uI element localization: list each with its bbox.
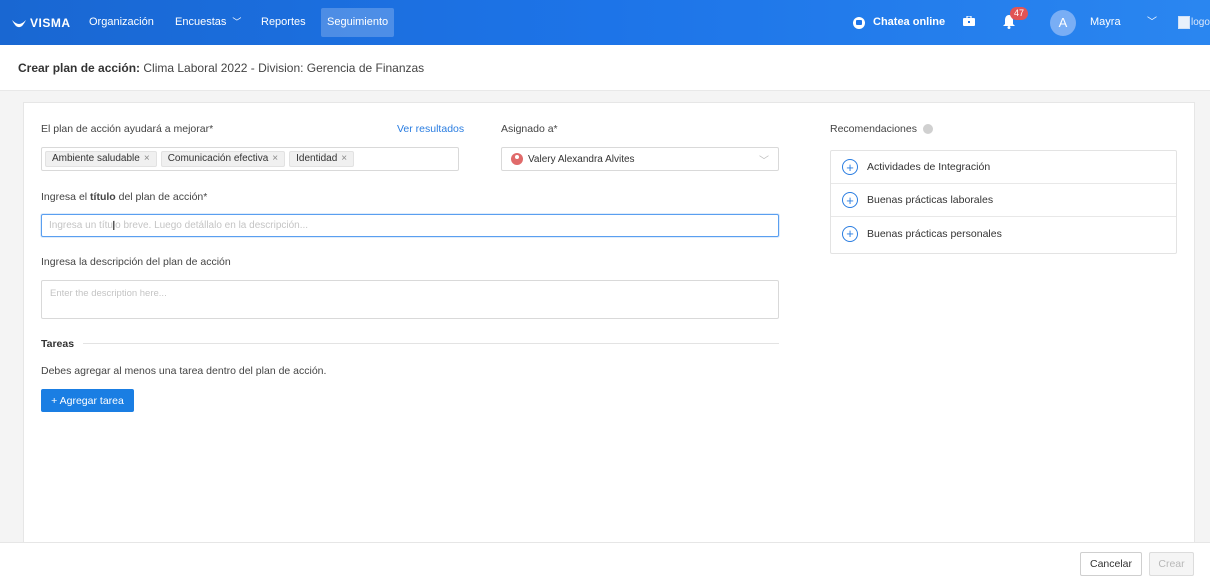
form-footer: Cancelar Crear [0, 542, 1210, 578]
plus-circle-icon: + [842, 192, 858, 208]
chevron-down-icon: ﹀ [759, 156, 769, 167]
page-title: Crear plan de acción: Clima Laboral 2022… [18, 61, 424, 75]
close-icon[interactable]: × [144, 151, 150, 167]
tasks-message: Debes agregar al menos una tarea dentro … [41, 365, 327, 377]
nav-reportes[interactable]: Reportes [261, 0, 306, 45]
nav-label: Encuestas [175, 16, 227, 28]
text-cursor-icon: I [112, 219, 116, 233]
nav-encuestas[interactable]: Encuestas ﹀ [175, 0, 241, 45]
close-icon[interactable]: × [272, 151, 278, 167]
recommendation-item[interactable]: + Actividades de Integración [831, 151, 1176, 184]
chat-icon [853, 16, 865, 29]
page-title-rest: Clima Laboral 2022 - Division: Gerencia … [140, 61, 425, 75]
broken-logo-image: logo [1178, 15, 1210, 29]
page-header: Crear plan de acción: Clima Laboral 2022… [0, 45, 1210, 91]
action-plan-form: El plan de acción ayudará a mejorar* Ver… [23, 102, 1195, 542]
recommendation-item[interactable]: + Buenas prácticas personales [831, 217, 1176, 250]
avatar[interactable]: A [1050, 10, 1076, 36]
tag-chip: Ambiente saludable × [45, 151, 157, 167]
tag-chip: Identidad × [289, 151, 355, 167]
tag-label: Identidad [296, 153, 338, 164]
assigned-label: Asignado a* [501, 123, 558, 135]
recommendation-label: Buenas prácticas laborales [867, 194, 994, 206]
recommendations-title: Recomendaciones [830, 123, 933, 135]
improvement-tags-select[interactable]: Ambiente saludable × Comunicación efectiv… [41, 147, 459, 171]
title-label: Ingresa el título del plan de acción* [41, 191, 207, 203]
see-results-link[interactable]: Ver resultados [397, 123, 464, 135]
improve-label: El plan de acción ayudará a mejorar* [41, 123, 214, 135]
nav-label: Organización [89, 16, 154, 28]
tasks-section-title: Tareas [41, 338, 75, 350]
briefcase-icon[interactable] [963, 16, 975, 26]
cancel-button[interactable]: Cancelar [1080, 552, 1142, 576]
visma-logo[interactable]: VISMA [12, 16, 71, 30]
recommendation-item[interactable]: + Buenas prácticas laborales [831, 184, 1176, 217]
chat-online-button[interactable]: Chatea online [853, 0, 945, 45]
page-title-bold: Crear plan de acción: [18, 61, 141, 75]
recommendations-label: Recomendaciones [830, 123, 917, 135]
recommendation-label: Buenas prácticas personales [867, 227, 1002, 240]
nav-organizacion[interactable]: Organización [89, 0, 154, 45]
chevron-down-icon[interactable]: ﹀ [1147, 0, 1157, 45]
nav-label: Seguimiento [327, 16, 389, 28]
recommendation-label: Actividades de Integración [867, 161, 991, 173]
close-icon[interactable]: × [341, 151, 347, 167]
tag-label: Comunicación efectiva [167, 153, 269, 164]
plus-circle-icon: + [842, 225, 858, 242]
assigned-value: Valery Alexandra Alvites [528, 153, 635, 165]
user-name[interactable]: Mayra [1090, 0, 1121, 45]
chevron-down-icon: ﹀ [232, 17, 242, 27]
title-label-post: del plan de acción* [115, 191, 208, 203]
title-label-bold: título [90, 191, 116, 203]
chat-label: Chatea online [873, 16, 946, 28]
tag-chip: Comunicación efectiva × [160, 151, 286, 167]
title-input[interactable] [41, 214, 779, 237]
create-button[interactable]: Crear [1149, 552, 1194, 576]
logo-alt-text: logo [1191, 16, 1210, 28]
title-label-pre: Ingresa el [41, 191, 91, 203]
recommendations-list: + Actividades de Integración + Buenas prác… [830, 150, 1177, 254]
description-textarea[interactable] [41, 280, 779, 319]
notification-badge: 47 [1010, 7, 1029, 20]
visma-mark-icon [12, 19, 26, 27]
info-icon[interactable] [922, 124, 933, 134]
tag-label: Ambiente saludable [52, 153, 140, 164]
divider [83, 343, 779, 344]
nav-label: Reportes [261, 16, 306, 28]
top-navigation-bar: VISMA Organización Encuestas ﹀ Reportes S… [0, 0, 1210, 45]
add-task-button[interactable]: + Agregar tarea [41, 389, 134, 412]
plus-circle-icon: + [842, 159, 858, 175]
nav-seguimiento[interactable]: Seguimiento [321, 8, 395, 37]
assigned-to-select[interactable]: Valery Alexandra Alvites ﹀ [501, 147, 779, 171]
description-label: Ingresa la descripción del plan de acció… [41, 256, 231, 268]
brand-name: VISMA [30, 16, 71, 30]
user-avatar-icon [511, 153, 523, 165]
